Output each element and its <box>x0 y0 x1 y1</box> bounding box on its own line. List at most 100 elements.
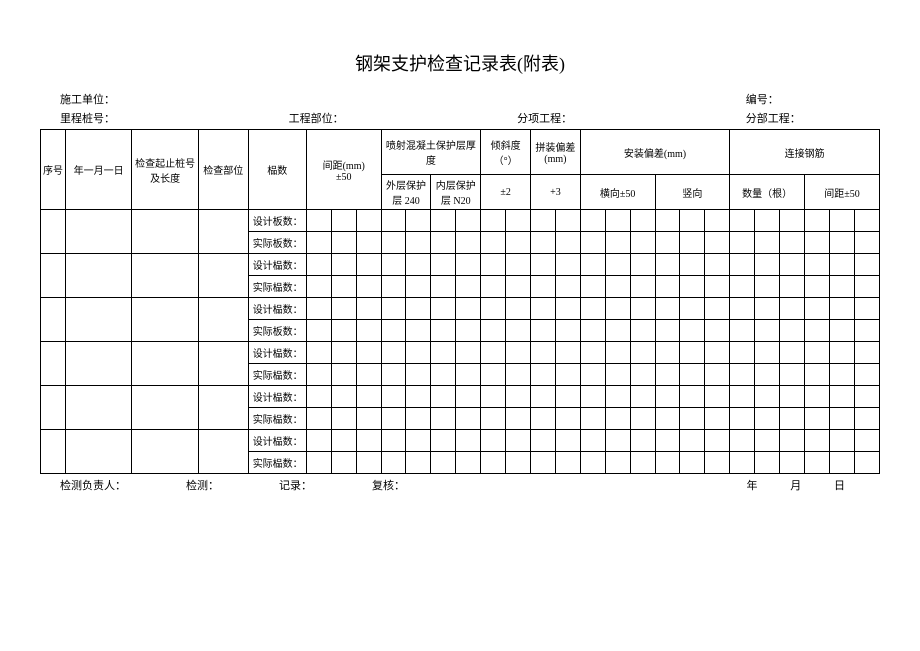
cell-data <box>580 430 605 452</box>
cell-part <box>198 430 248 474</box>
cell-data <box>630 254 655 276</box>
cell-data <box>580 298 605 320</box>
cell-data <box>331 386 356 408</box>
th-rebar: 连接钢筋 <box>730 130 880 175</box>
cell-data <box>555 254 580 276</box>
cell-data <box>306 298 331 320</box>
cell-data <box>854 298 879 320</box>
cell-data <box>431 408 456 430</box>
cell-data <box>605 408 630 430</box>
table-row: 设计板数： <box>41 210 880 232</box>
cell-data <box>605 276 630 298</box>
cell-data <box>655 408 680 430</box>
cell-data <box>506 452 531 474</box>
cell-data <box>481 254 506 276</box>
cell-data <box>680 232 705 254</box>
cell-data <box>331 276 356 298</box>
cell-data <box>705 320 730 342</box>
cell-data <box>680 320 705 342</box>
cell-data <box>531 408 556 430</box>
cell-data <box>580 276 605 298</box>
subitem-label: 分项工程： <box>517 110 746 126</box>
cell-date <box>65 430 131 474</box>
th-protect: 喷射混凝土保护层厚度 <box>381 130 481 175</box>
cell-seq <box>41 386 66 430</box>
cell-data <box>306 430 331 452</box>
cell-data <box>555 364 580 386</box>
th-tilt-tol: ±2 <box>481 175 531 210</box>
cell-design-label: 设计榀数： <box>248 430 306 452</box>
cell-data <box>481 276 506 298</box>
cell-data <box>854 342 879 364</box>
cell-data <box>306 276 331 298</box>
section-label: 分部工程： <box>746 110 860 126</box>
cell-data <box>481 232 506 254</box>
cell-data <box>456 298 481 320</box>
cell-data <box>555 408 580 430</box>
cell-data <box>705 386 730 408</box>
cell-data <box>655 298 680 320</box>
cell-data <box>580 342 605 364</box>
number-label: 编号： <box>746 91 860 107</box>
cell-data <box>804 254 829 276</box>
cell-data <box>331 342 356 364</box>
cell-data <box>804 364 829 386</box>
cell-data <box>456 386 481 408</box>
header-row-2: 里程桩号： 工程部位： 分项工程： 分部工程： <box>40 110 880 126</box>
cell-data <box>655 232 680 254</box>
cell-data <box>730 342 755 364</box>
cell-data <box>356 430 381 452</box>
cell-data <box>630 386 655 408</box>
cell-data <box>381 276 406 298</box>
cell-seq <box>41 342 66 386</box>
cell-part <box>198 254 248 298</box>
th-fushu: 榀数 <box>248 130 306 210</box>
cell-data <box>804 232 829 254</box>
cell-data <box>730 276 755 298</box>
cell-data <box>780 276 805 298</box>
cell-design-label: 设计榀数： <box>248 342 306 364</box>
cell-range <box>132 210 198 254</box>
cell-data <box>804 430 829 452</box>
cell-data <box>531 430 556 452</box>
part-label: 工程部位： <box>289 110 518 126</box>
cell-data <box>605 364 630 386</box>
cell-actual-label: 实际榀数： <box>248 276 306 298</box>
cell-data <box>854 430 879 452</box>
cell-data <box>381 320 406 342</box>
cell-date <box>65 210 131 254</box>
cell-data <box>680 430 705 452</box>
cell-data <box>854 254 879 276</box>
cell-data <box>730 430 755 452</box>
cell-data <box>356 408 381 430</box>
footer-record: 记录： <box>279 477 312 493</box>
cell-data <box>580 386 605 408</box>
cell-data <box>829 452 854 474</box>
cell-data <box>755 342 780 364</box>
cell-data <box>481 342 506 364</box>
cell-data <box>431 210 456 232</box>
cell-data <box>406 320 431 342</box>
cell-data <box>555 386 580 408</box>
cell-data <box>780 452 805 474</box>
cell-data <box>705 408 730 430</box>
cell-data <box>655 276 680 298</box>
cell-data <box>680 342 705 364</box>
cell-data <box>506 276 531 298</box>
table-row: 设计榀数： <box>41 386 880 408</box>
cell-data <box>630 452 655 474</box>
cell-data <box>804 320 829 342</box>
cell-data <box>331 452 356 474</box>
cell-data <box>406 386 431 408</box>
cell-data <box>506 408 531 430</box>
footer-date: 年 月 日 <box>732 477 861 493</box>
cell-data <box>531 342 556 364</box>
cell-data <box>381 452 406 474</box>
cell-data <box>829 430 854 452</box>
cell-data <box>356 452 381 474</box>
cell-data <box>680 298 705 320</box>
cell-data <box>356 364 381 386</box>
th-inner: 内层保护层 N20 <box>431 175 481 210</box>
cell-data <box>356 298 381 320</box>
cell-data <box>780 232 805 254</box>
